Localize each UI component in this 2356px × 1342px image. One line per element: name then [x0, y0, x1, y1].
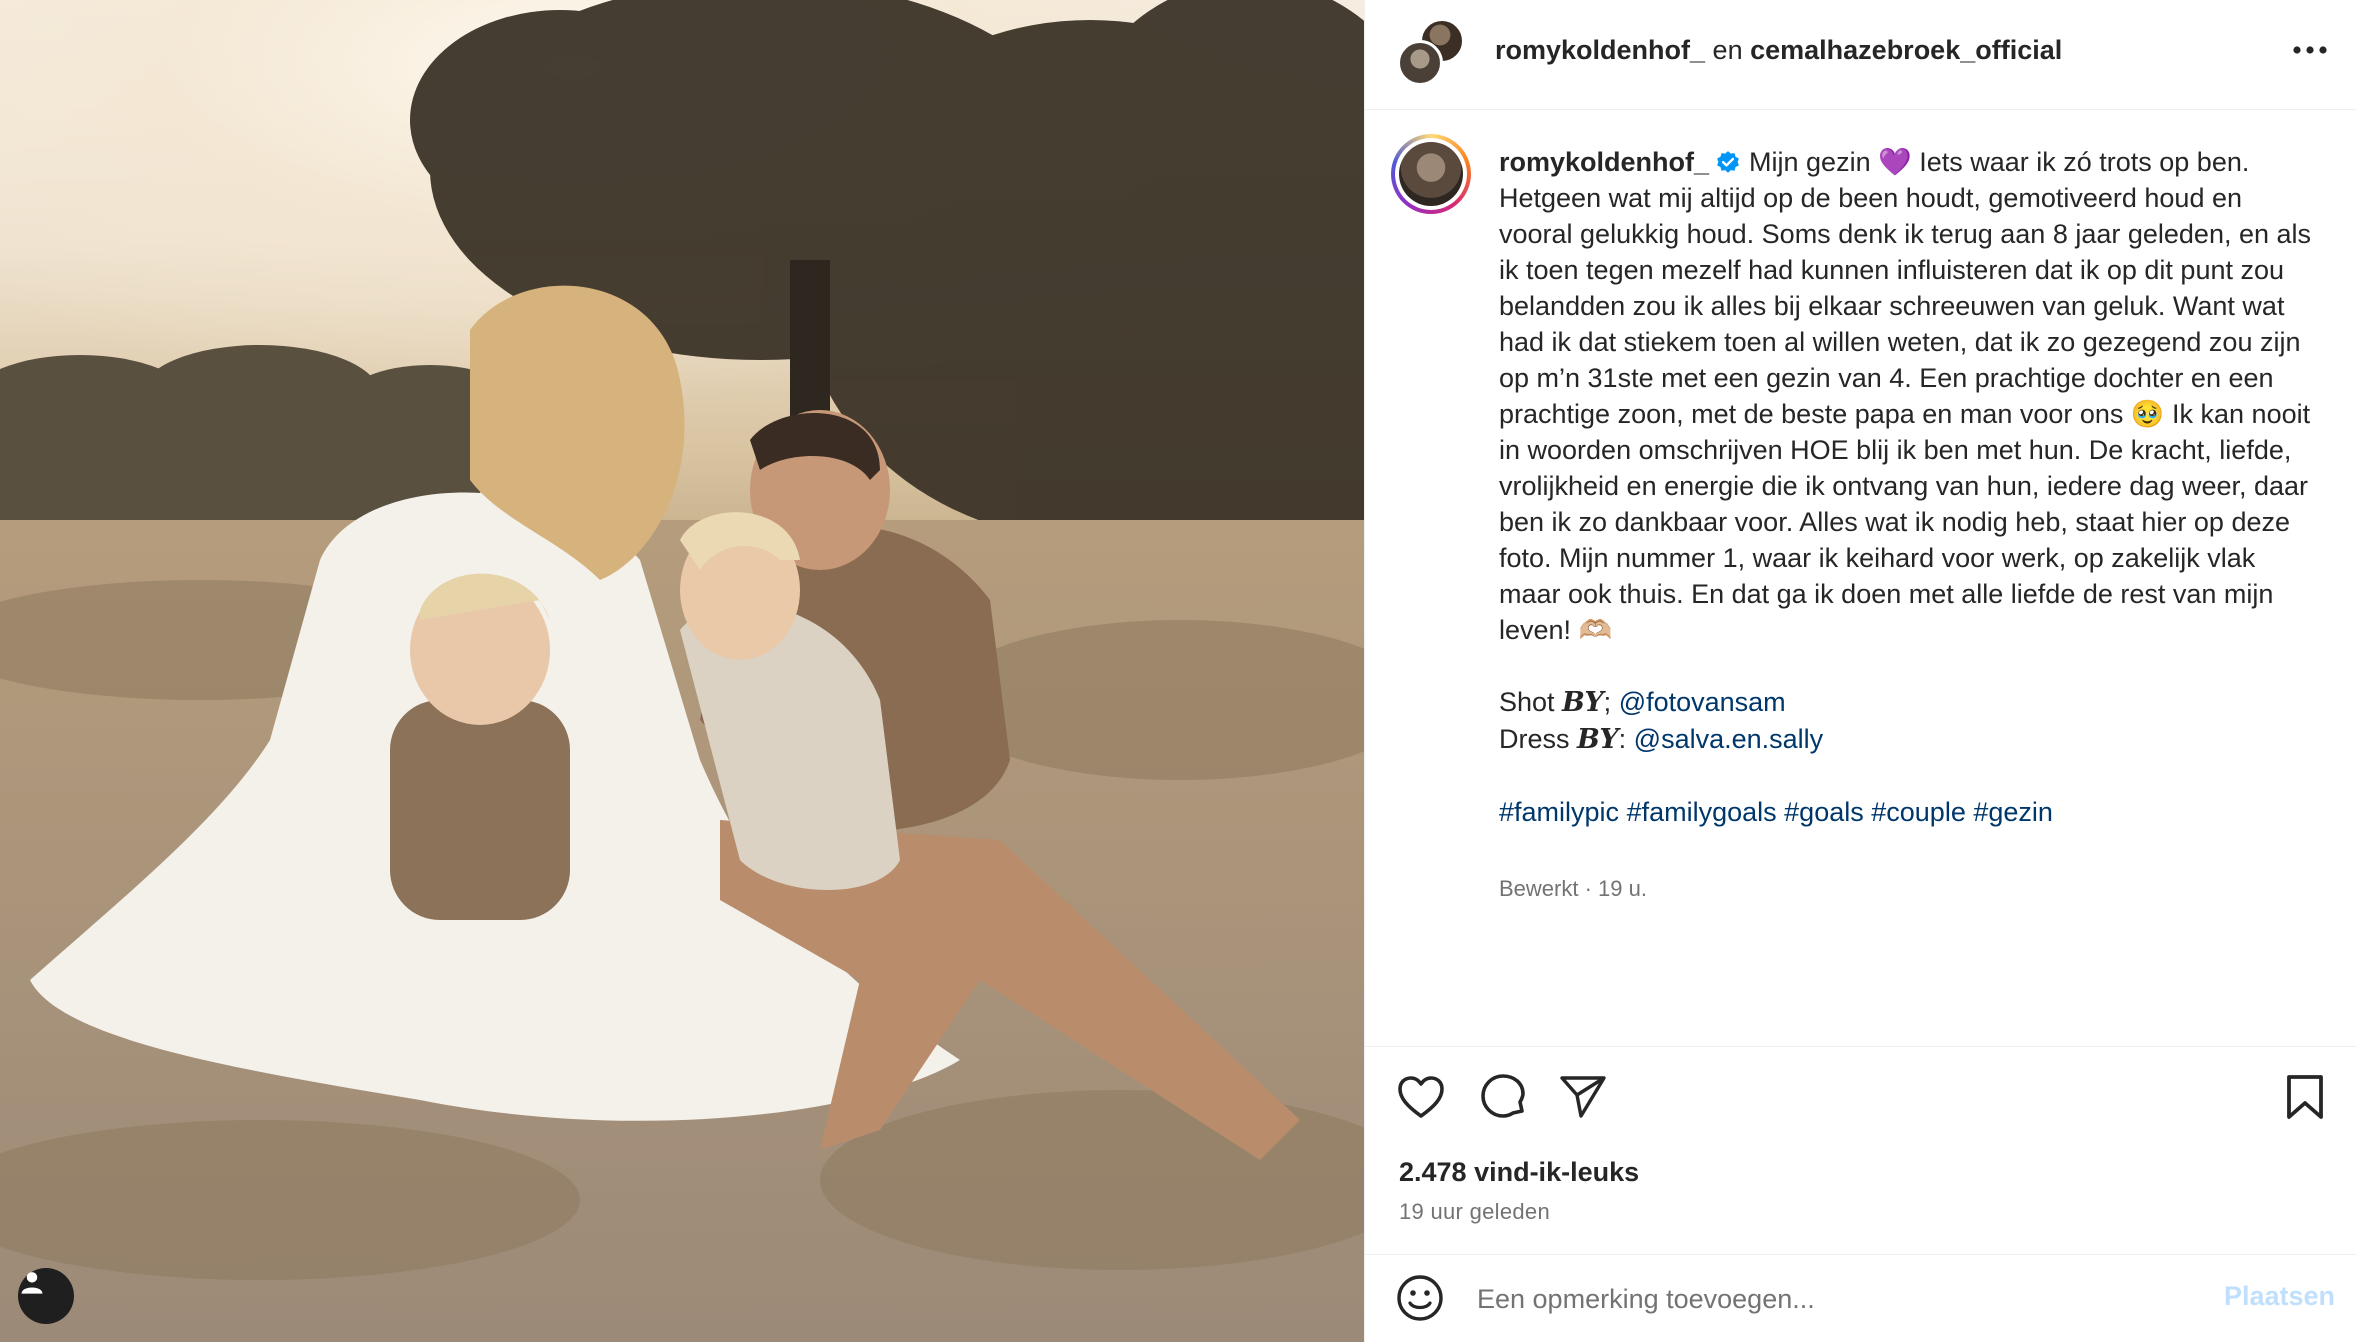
bookmark-icon — [2285, 1074, 2325, 1125]
paper-plane-icon — [1559, 1075, 1607, 1124]
emoji-button[interactable] — [1395, 1274, 1445, 1327]
hashtag-link[interactable]: #goals — [1784, 797, 1864, 827]
comment-input[interactable] — [1477, 1273, 2197, 1325]
hashtag-list: #familypic #familygoals #goals #couple #… — [1499, 797, 2053, 827]
caption-author-link[interactable]: romykoldenhof_ — [1499, 147, 1709, 177]
caption-author-avatar[interactable] — [1391, 134, 1471, 214]
avatar-author[interactable] — [1397, 40, 1443, 86]
mention-fotovansam[interactable]: @fotovansam — [1619, 687, 1786, 717]
post-comment-button[interactable]: Plaatsen — [2224, 1281, 2335, 1312]
comment-bubble-icon — [1479, 1073, 1527, 1126]
share-button[interactable] — [1555, 1071, 1611, 1127]
hashtag-link[interactable]: #couple — [1871, 797, 1966, 827]
more-options-icon — [2293, 41, 2327, 59]
credit-line-shot: Shot BY; @fotovansam — [1499, 687, 1786, 718]
hashtag-link[interactable]: #gezin — [1973, 797, 2053, 827]
header-author-link[interactable]: romykoldenhof_ — [1495, 35, 1705, 65]
more-options-button[interactable] — [2283, 30, 2337, 70]
family-photo-illustration — [0, 0, 1364, 1342]
user-tags-button[interactable] — [18, 1268, 74, 1324]
header-collaborator-link[interactable]: cemalhazebroek_official — [1750, 35, 2062, 65]
post-side-panel: romykoldenhof_ en cemalhazebroek_officia… — [1364, 0, 2356, 1342]
caption-area: romykoldenhof_ Mijn gezin 💜 Iets waar ik … — [1365, 110, 2356, 1046]
credit-line-dress: Dress BY: @salva.en.sally — [1499, 724, 1824, 755]
like-count[interactable]: 2.478 vind-ik-leuks — [1399, 1157, 1639, 1188]
caption-meta: Bewerkt · 19 u. — [1499, 876, 1647, 901]
post-timestamp[interactable]: 19 uur geleden — [1399, 1199, 1550, 1225]
caption-text: romykoldenhof_ Mijn gezin 💜 Iets waar ik … — [1499, 144, 2319, 830]
verified-badge-icon — [1715, 149, 1741, 175]
emoji-smiley-icon — [1396, 1274, 1444, 1327]
post-header: romykoldenhof_ en cemalhazebroek_officia… — [1365, 0, 2356, 110]
hashtag-link[interactable]: #familygoals — [1627, 797, 1777, 827]
header-conjunction: en — [1712, 35, 1743, 65]
caption-body: Mijn gezin 💜 Iets waar ik zó trots op be… — [1499, 147, 2319, 645]
hashtag-link[interactable]: #familypic — [1499, 797, 1619, 827]
like-button[interactable] — [1393, 1071, 1449, 1127]
collab-avatars[interactable] — [1397, 18, 1467, 88]
avatar — [1399, 142, 1463, 206]
heart-icon — [1397, 1075, 1445, 1124]
save-button[interactable] — [2277, 1071, 2333, 1127]
post-photo[interactable] — [0, 0, 1364, 1342]
post-actions: 2.478 vind-ik-leuks 19 uur geleden — [1365, 1046, 2356, 1254]
comment-button[interactable] — [1475, 1071, 1531, 1127]
mention-salva-en-sally[interactable]: @salva.en.sally — [1634, 724, 1824, 754]
comment-bar: Plaatsen — [1365, 1254, 2356, 1342]
header-usernames: romykoldenhof_ en cemalhazebroek_officia… — [1495, 30, 2062, 70]
